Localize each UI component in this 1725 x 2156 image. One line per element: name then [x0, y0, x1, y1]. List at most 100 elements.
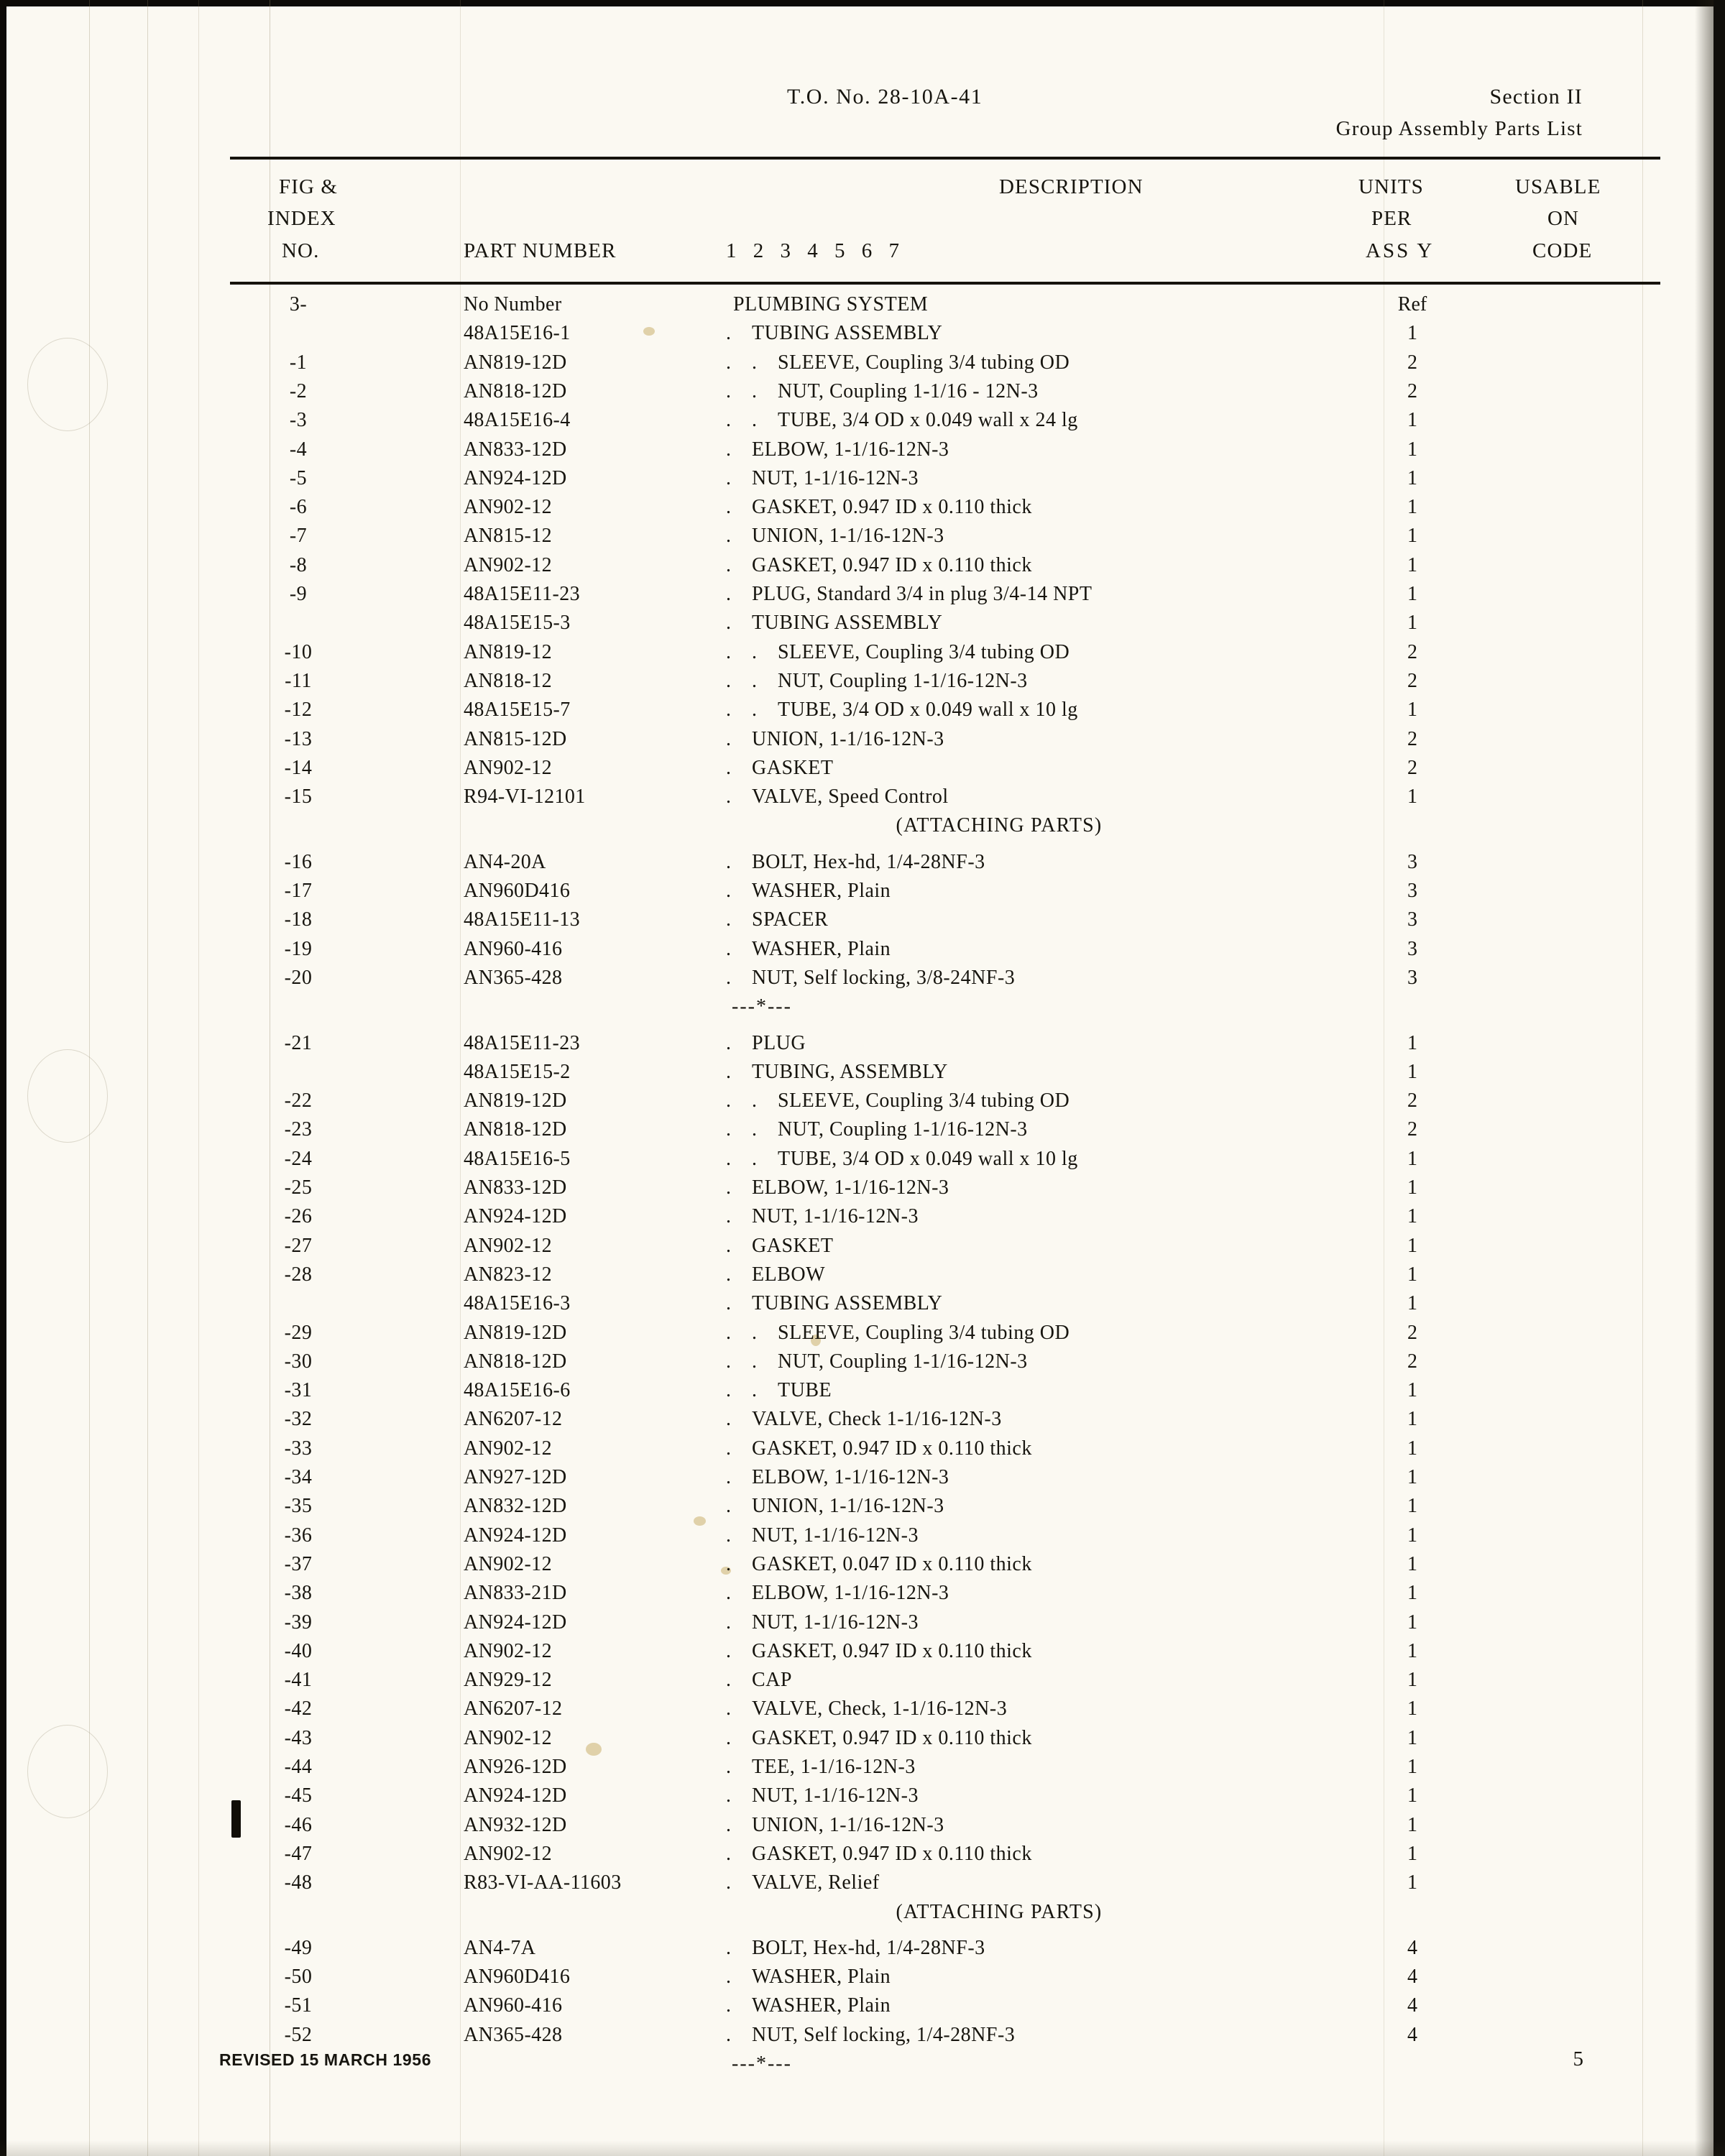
cell-description: TUBING ASSEMBLY [752, 1292, 943, 1315]
cell-units-per-assy: 1 [1407, 1408, 1417, 1431]
cell-part-number: AN902-12 [464, 1726, 552, 1749]
cell-part-number: 48A15E16-3 [464, 1292, 571, 1315]
cell-description: TUBING ASSEMBLY [752, 322, 943, 345]
separator-glyph: ---*--- [732, 995, 792, 1018]
table-row: -8 AN902-12. GASKET, 0.947 ID x 0.110 thic… [0, 554, 1725, 583]
column-header-no: NO. [282, 239, 320, 262]
cell-index-no: -52 [284, 2023, 313, 2046]
cell-part-number: AN902-12 [464, 1639, 552, 1662]
cell-description: GASKET, 0.047 ID x 0.110 thick [752, 1552, 1032, 1575]
attaching-parts-text: (ATTACHING PARTS) [896, 814, 1103, 837]
cell-description: TUBE [778, 1379, 832, 1402]
cell-part-number: AN926-12D [464, 1756, 567, 1778]
cell-part-number: AN833-12D [464, 1176, 567, 1199]
cell-units-per-assy: 2 [1407, 1350, 1417, 1373]
cell-index-no: -4 [289, 438, 308, 461]
table-row: -43 AN902-12. GASKET, 0.947 ID x 0.110 thi… [0, 1727, 1725, 1756]
cell-index-no: -41 [284, 1669, 313, 1692]
cell-index-no: -36 [284, 1524, 313, 1547]
cell-indent-dots: . . [726, 1321, 765, 1344]
cell-index-no: -27 [284, 1234, 313, 1257]
cell-part-number: AN902-12 [464, 553, 552, 576]
cell-units-per-assy: 1 [1407, 1871, 1417, 1894]
cell-indent-dots: . [726, 966, 739, 989]
cell-index-no: -37 [284, 1552, 313, 1575]
cell-description: NUT, 1-1/16-12N-3 [752, 1524, 919, 1547]
cell-description: CAP [752, 1669, 792, 1692]
cell-units-per-assy: 4 [1407, 1994, 1417, 2017]
cell-indent-dots: . [726, 756, 739, 779]
cell-units-per-assy: Ref [1397, 293, 1427, 315]
table-row: -34 AN927-12D. ELBOW, 1-1/16-12N-3 1 [0, 1466, 1725, 1495]
cell-description: NUT, Coupling 1-1/16-12N-3 [778, 1350, 1028, 1373]
cell-units-per-assy: 1 [1407, 1842, 1417, 1865]
cell-indent-dots: . [726, 908, 739, 931]
cell-indent-dots: . . [726, 351, 765, 374]
cell-indent-dots: . [726, 1756, 739, 1778]
footer-revision-date: REVISED 15 MARCH 1956 [219, 2050, 432, 2069]
cell-indent-dots: . [726, 1234, 739, 1257]
cell-part-number: AN823-12 [464, 1263, 552, 1286]
column-header-description: DESCRIPTION [999, 175, 1144, 198]
cell-indent-dots: . [726, 880, 739, 902]
table-row: 48A15E15-3. TUBING ASSEMBLY 1 [0, 612, 1725, 640]
cell-indent-dots: . [726, 612, 739, 635]
cell-units-per-assy: 4 [1407, 1966, 1417, 1989]
table-row: -14 AN902-12. GASKET 2 [0, 757, 1725, 786]
cell-indent-dots: . [726, 1031, 739, 1054]
cell-indent-dots: . [726, 937, 739, 960]
cell-description: GASKET, 0.947 ID x 0.110 thick [752, 1842, 1032, 1865]
table-row: -11 AN818-12 . . NUT, Coupling 1-1/16-12N-3… [0, 670, 1725, 699]
cell-indent-dots: . [726, 322, 739, 345]
table-row: -4 AN833-12D. ELBOW, 1-1/16-12N-3 1 [0, 438, 1725, 467]
cell-index-no: -22 [284, 1089, 313, 1112]
cell-part-number: AN833-12D [464, 438, 567, 461]
cell-part-number: AN365-428 [464, 2023, 563, 2046]
cell-index-no: -32 [284, 1408, 313, 1431]
cell-index-no: -43 [284, 1726, 313, 1749]
cell-part-number: AN819-12D [464, 1089, 567, 1112]
cell-units-per-assy: 1 [1407, 1234, 1417, 1257]
cell-index-no: -51 [284, 1994, 313, 2017]
cell-description: WASHER, Plain [752, 1966, 891, 1989]
cell-units-per-assy: 1 [1407, 553, 1417, 576]
cell-description: VALVE, Check, 1-1/16-12N-3 [752, 1697, 1008, 1720]
cell-units-per-assy: 3 [1407, 937, 1417, 960]
cell-part-number: AN6207-12 [464, 1697, 563, 1720]
table-row: -24 48A15E16-5 . . TUBE, 3/4 OD x 0.049 wal… [0, 1148, 1725, 1176]
cell-units-per-assy: 1 [1407, 322, 1417, 345]
cell-index-no: -25 [284, 1176, 313, 1199]
cell-index-no: -42 [284, 1697, 313, 1720]
column-header-on: ON [1547, 207, 1580, 230]
cell-units-per-assy: 1 [1407, 1205, 1417, 1228]
cell-index-no: -29 [284, 1321, 313, 1344]
cell-indent-dots: . . [726, 669, 765, 692]
cell-units-per-assy: 1 [1407, 466, 1417, 489]
table-row: -42 AN6207-12. VALVE, Check, 1-1/16-12N-3 1 [0, 1697, 1725, 1726]
cell-description: WASHER, Plain [752, 880, 891, 902]
table-row: -38 AN833-21D. ELBOW, 1-1/16-12N-3 1 [0, 1582, 1725, 1611]
column-header-code: CODE [1532, 239, 1593, 262]
cell-units-per-assy: 1 [1407, 786, 1417, 808]
cell-indent-dots: . [726, 1292, 739, 1315]
section-separator: ---*--- [0, 995, 1725, 1024]
cell-index-no: -38 [284, 1582, 313, 1605]
cell-units-per-assy: 1 [1407, 1784, 1417, 1807]
cell-description: TUBING ASSEMBLY [752, 612, 943, 635]
header-rule-bottom [230, 282, 1660, 285]
table-row: -6 AN902-12. GASKET, 0.947 ID x 0.110 thic… [0, 496, 1725, 525]
cell-description: TUBING, ASSEMBLY [752, 1060, 948, 1083]
header-rule-top [230, 157, 1660, 160]
cell-units-per-assy: 1 [1407, 1552, 1417, 1575]
table-row: -36 AN924-12D. NUT, 1-1/16-12N-3 1 [0, 1524, 1725, 1553]
table-row: -10 AN819-12 . . SLEEVE, Coupling 3/4 tubin… [0, 641, 1725, 670]
cell-indent-dots: . [726, 1871, 739, 1894]
cell-index-no: -9 [289, 583, 308, 605]
attaching-parts-text: (ATTACHING PARTS) [896, 1900, 1103, 1923]
cell-units-per-assy: 1 [1407, 1669, 1417, 1692]
cell-description: SPACER [752, 908, 829, 931]
table-row: 3- No Number PLUMBING SYSTEM Ref [0, 293, 1725, 322]
cell-index-no: -23 [284, 1118, 313, 1141]
cell-part-number: AN902-12 [464, 1437, 552, 1460]
cell-part-number: AN929-12 [464, 1669, 552, 1692]
